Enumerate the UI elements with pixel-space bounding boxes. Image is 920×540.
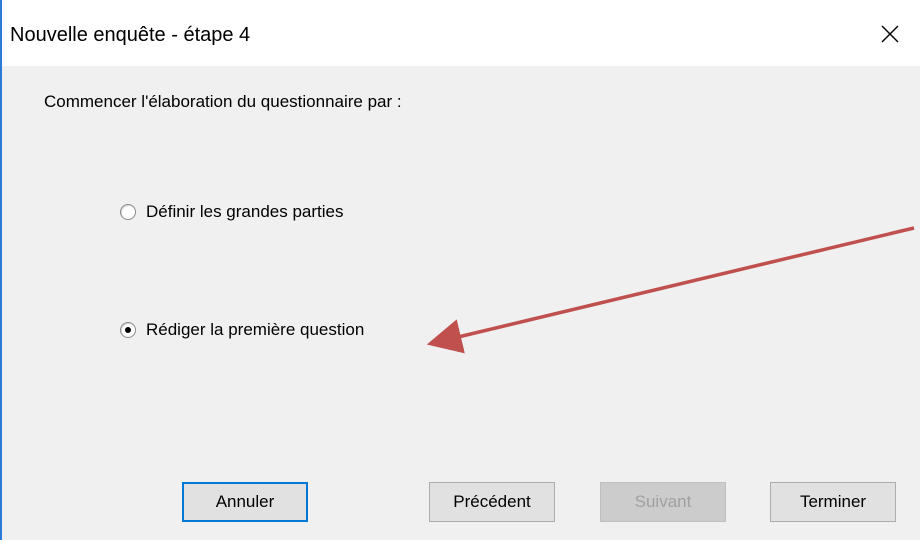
finish-button[interactable]: Terminer — [770, 482, 896, 522]
radio-button-checked[interactable] — [120, 322, 136, 338]
radio-selected-dot — [125, 327, 131, 333]
radio-label-write-first-question: Rédiger la première question — [146, 320, 365, 339]
title-bar: Nouvelle enquête - étape 4 — [2, 0, 920, 66]
radio-label-define-parts: Définir les grandes parties — [146, 202, 344, 221]
close-icon — [881, 25, 899, 43]
arrow-line — [426, 226, 915, 354]
prompt-label: Commencer l'élaboration du questionnaire… — [44, 92, 402, 111]
next-button[interactable]: Suivant — [600, 482, 726, 522]
cancel-button[interactable]: Annuler — [182, 482, 308, 522]
radio-write-first-question[interactable]: Rédiger la première question — [120, 320, 364, 340]
window-title: Nouvelle enquête - étape 4 — [10, 24, 251, 46]
radio-define-parts[interactable]: Définir les grandes parties — [120, 202, 343, 222]
radio-button-unchecked[interactable] — [120, 204, 136, 220]
dialog-content: Commencer l'élaboration du questionnaire… — [2, 66, 920, 540]
previous-button[interactable]: Précédent — [429, 482, 555, 522]
close-button[interactable] — [860, 14, 920, 54]
dialog-window: Nouvelle enquête - étape 4 Commencer l'é… — [0, 0, 920, 540]
annotation-arrow — [426, 226, 915, 354]
